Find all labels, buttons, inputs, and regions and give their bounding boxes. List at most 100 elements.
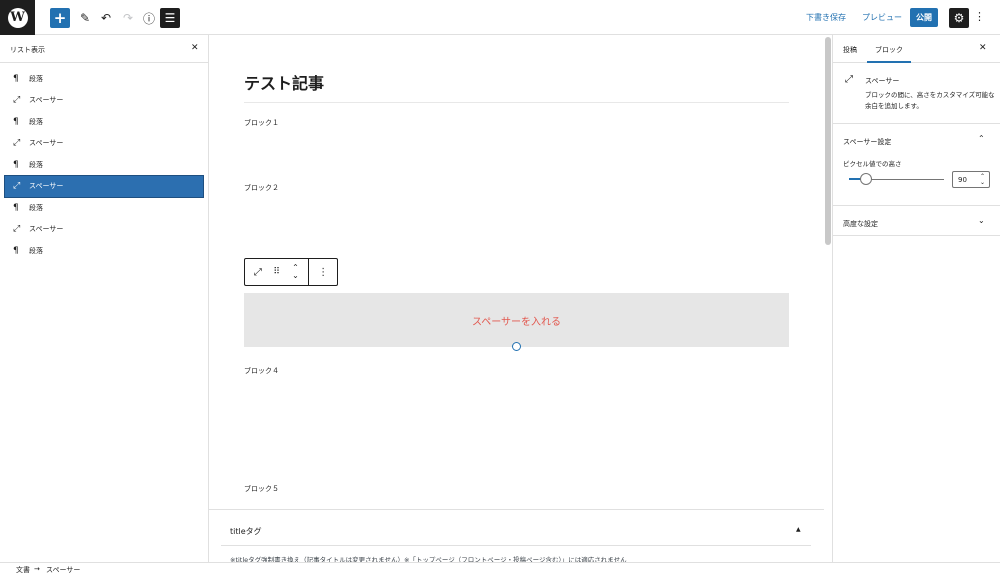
paragraph-icon: ¶: [13, 73, 19, 84]
spacer-icon: ⤢: [253, 266, 262, 278]
height-number-input[interactable]: 90 ⌃ ⌄: [952, 171, 990, 188]
chevron-down-icon[interactable]: ⌄: [978, 216, 985, 225]
undo-icon: ↶: [100, 11, 112, 25]
list-view-item-label: 段落: [29, 160, 43, 169]
title-tag-metabox: titleタグ ▲ ※titleタグ強制書き換え（記事タイトルは変更されません）…: [209, 509, 824, 564]
undo-button[interactable]: ↶: [96, 8, 116, 28]
list-view-item[interactable]: ¶ 段落: [5, 154, 203, 176]
paragraph-block-1[interactable]: ブロック１: [244, 118, 279, 128]
info-icon: ⓘ: [142, 11, 155, 26]
spacer-settings-panel: スペーサー設定 ⌃ ピクセル値での高さ 90 ⌃ ⌄: [833, 124, 1000, 206]
preview-button[interactable]: プレビュー: [862, 12, 902, 23]
transform-block-button[interactable]: ⤢: [245, 259, 271, 285]
redo-button[interactable]: ↷: [118, 8, 138, 28]
tab-post[interactable]: 投稿: [843, 45, 857, 55]
spacer-resize-handle[interactable]: [512, 342, 521, 351]
drag-handle[interactable]: ⠿: [271, 259, 283, 285]
spacer-label: スペーサーを入れる: [471, 316, 562, 328]
list-view-item[interactable]: ⤢ スペーサー: [5, 219, 203, 241]
paragraph-block-5[interactable]: ブロック５: [244, 484, 279, 494]
advanced-settings-title: 高度な設定: [843, 220, 878, 228]
block-card: ⤢ スペーサー ブロックの間に、高さをカスタマイズ可能な余白を追加します。: [833, 63, 1000, 124]
move-block-buttons: ⌃ ⌄: [283, 259, 309, 285]
spacer-settings-title[interactable]: スペーサー設定: [843, 137, 891, 147]
list-view-item-label: 段落: [29, 117, 43, 126]
paragraph-icon: ¶: [13, 159, 19, 170]
height-slider-thumb[interactable]: [860, 173, 873, 185]
wordpress-logo[interactable]: W: [0, 0, 35, 35]
add-block-button[interactable]: +: [50, 8, 70, 28]
spacer-icon: ⤢: [13, 95, 21, 106]
list-view-close-button[interactable]: ✕: [191, 43, 199, 53]
drag-handle-icon: ⠿: [273, 267, 280, 277]
editor-canvas: テスト記事 ブロック１ ブロック２ ⤢ ⠿ ⌃ ⌄ ⋮ スペーサーを入れる ブロ…: [209, 35, 824, 509]
details-button[interactable]: ⓘ: [139, 8, 159, 28]
breadcrumb-current[interactable]: スペーサー: [46, 565, 80, 575]
paragraph-block-4[interactable]: ブロック４: [244, 366, 279, 376]
list-view-item[interactable]: ¶ 段落: [5, 68, 203, 90]
more-vertical-icon: ⋮: [318, 266, 329, 278]
paragraph-icon: ¶: [13, 116, 19, 127]
redo-icon: ↷: [122, 11, 134, 25]
sidebar-close-button[interactable]: ✕: [979, 43, 987, 53]
post-title[interactable]: テスト記事: [244, 70, 324, 94]
plus-icon: +: [53, 9, 67, 27]
list-view-item-label: 段落: [29, 74, 43, 83]
close-icon: ✕: [191, 43, 199, 53]
list-view-title: リスト表示: [10, 46, 45, 54]
spacer-icon: ⤢: [845, 74, 853, 85]
list-view-items: ¶ 段落 ⤢ スペーサー ¶ 段落 ⤢ スペーサー ¶ 段落 ⤢ スペーサー ¶ 段落 ⤢ スペーサー ¶ 段落: [4, 68, 204, 262]
list-view-panel: リスト表示 ✕ ¶ 段落 ⤢ スペーサー ¶ 段落 ⤢ スペーサー ¶ 段落 ⤢ スペーサー ¶ 段落 ⤢ ス…: [0, 35, 209, 562]
spacer-block[interactable]: スペーサーを入れる: [244, 293, 789, 347]
spacer-icon: ⤢: [13, 181, 21, 192]
list-view-item[interactable]: ⤢ スペーサー: [5, 90, 203, 112]
list-view-header: リスト表示 ✕: [0, 35, 208, 63]
list-view-item-label: スペーサー: [29, 96, 64, 105]
triangle-up-icon: ▲: [796, 526, 801, 533]
list-view-button[interactable]: ☰: [160, 8, 180, 28]
metabox-title: titleタグ: [230, 527, 262, 536]
list-view-item[interactable]: ¶ 段落: [5, 197, 203, 219]
metabox-toggle[interactable]: ▲: [796, 526, 801, 533]
spinner-icon[interactable]: ⌃ ⌄: [980, 174, 985, 186]
gear-icon: ⚙: [953, 11, 965, 25]
options-button[interactable]: ⋮: [974, 10, 985, 23]
settings-sidebar: 投稿 ブロック ✕ ⤢ スペーサー ブロックの間に、高さをカスタマイズ可能な余白…: [832, 35, 1000, 562]
tab-block[interactable]: ブロック: [875, 45, 903, 55]
settings-button[interactable]: ⚙: [949, 8, 969, 28]
arrow-right-icon: →: [34, 565, 40, 573]
close-icon: ✕: [979, 43, 987, 53]
wordpress-icon: W: [7, 7, 28, 28]
breadcrumb: 文書 → スペーサー: [0, 562, 1000, 576]
block-options-button[interactable]: ⋮: [309, 259, 337, 285]
advanced-settings-panel[interactable]: 高度な設定 ⌄: [833, 206, 1000, 236]
title-separator: [244, 102, 789, 103]
list-view-item[interactable]: ¶ 段落: [5, 111, 203, 133]
pencil-icon: ✎: [79, 11, 91, 25]
list-view-item-label: スペーサー: [29, 182, 64, 191]
block-card-description: ブロックの間に、高さをカスタマイズ可能な余白を追加します。: [865, 91, 995, 110]
spacer-icon: ⤢: [13, 224, 21, 235]
metabox-separator: [221, 545, 811, 546]
list-view-item-label: スペーサー: [29, 139, 64, 148]
canvas-scrollbar[interactable]: [825, 37, 831, 245]
paragraph-block-2[interactable]: ブロック２: [244, 183, 279, 193]
top-toolbar: W + ✎ ↶ ↷ ⓘ ☰ 下書き保存 プレビュー 公開 ⚙ ⋮: [0, 0, 1000, 35]
list-view-item-label: スペーサー: [29, 225, 64, 234]
save-draft-button[interactable]: 下書き保存: [806, 12, 846, 23]
publish-button[interactable]: 公開: [910, 8, 938, 27]
list-view-item-label: 段落: [29, 246, 43, 255]
breadcrumb-root[interactable]: 文書: [16, 565, 30, 575]
tools-button[interactable]: ✎: [75, 8, 95, 28]
list-view-item[interactable]: ⤢ スペーサー: [4, 174, 204, 198]
list-view-icon: ☰: [164, 11, 176, 25]
height-value: 90: [958, 175, 967, 184]
spacer-icon: ⤢: [13, 138, 21, 149]
list-view-item[interactable]: ¶ 段落: [5, 240, 203, 262]
list-view-item-label: 段落: [29, 203, 43, 212]
height-label: ピクセル値での高さ: [843, 160, 902, 168]
list-view-item[interactable]: ⤢ スペーサー: [5, 133, 203, 155]
move-down-icon[interactable]: ⌄: [292, 272, 299, 280]
block-toolbar: ⤢ ⠿ ⌃ ⌄ ⋮: [244, 258, 338, 286]
chevron-up-icon[interactable]: ⌃: [978, 134, 985, 143]
